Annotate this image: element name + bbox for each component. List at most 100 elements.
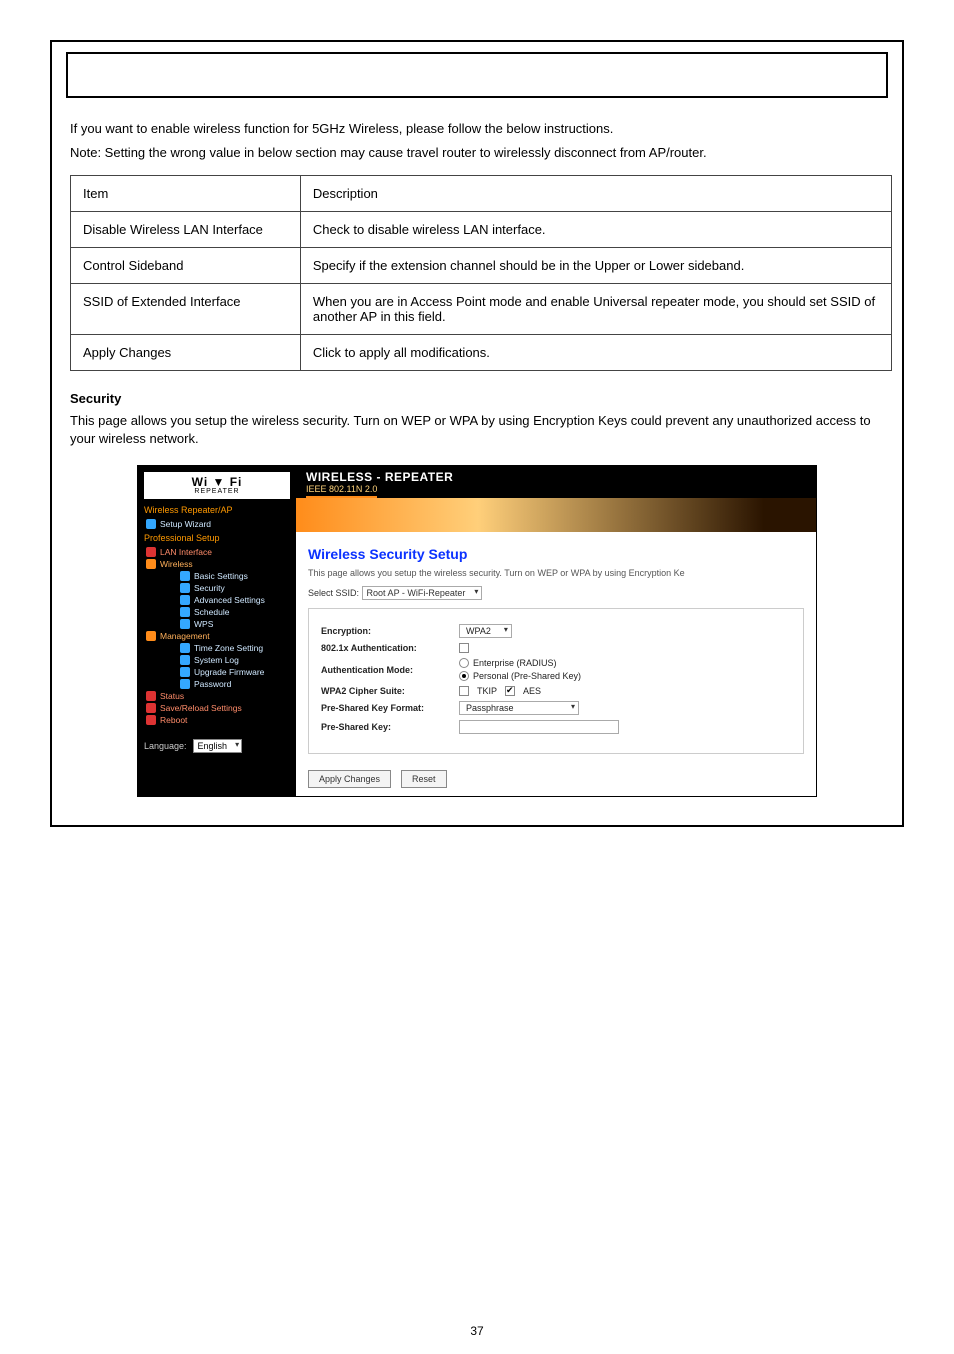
- sidebar-item-basic-settings[interactable]: Basic Settings: [144, 571, 290, 581]
- authmode-radio-personal[interactable]: [459, 671, 469, 681]
- bullet-icon: [146, 715, 156, 725]
- security-panel: Encryption: WPA2 802.1x Authentication: …: [308, 608, 804, 754]
- sidebar-item-label: WPS: [194, 619, 213, 629]
- bullet-icon: [146, 559, 156, 569]
- sidebar-item-lan[interactable]: LAN Interface: [144, 547, 290, 557]
- bullet-icon: [180, 607, 190, 617]
- sidebar-item-upgrade[interactable]: Upgrade Firmware: [144, 667, 290, 677]
- authmode-label: Authentication Mode:: [321, 665, 451, 675]
- bullet-icon: [180, 571, 190, 581]
- sidebar-item-management[interactable]: Management: [144, 631, 290, 641]
- sidebar-item-status[interactable]: Status: [144, 691, 290, 701]
- sidebar-item-label: Setup Wizard: [160, 519, 211, 529]
- cell-item-head: Item: [71, 176, 301, 212]
- psk-input[interactable]: [459, 720, 619, 734]
- intro-block: If you want to enable wireless function …: [70, 120, 884, 161]
- cell-desc: Specify if the extension channel should …: [300, 248, 891, 284]
- psk-label: Pre-Shared Key:: [321, 722, 451, 732]
- logo-sub: REPEATER: [146, 488, 288, 495]
- main-panel: WIRELESS - REPEATER IEEE 802.11N 2.0 Wir…: [296, 466, 816, 796]
- dot1x-checkbox[interactable]: [459, 643, 469, 653]
- cipher-row: WPA2 Cipher Suite: TKIP AES: [321, 686, 791, 696]
- language-select[interactable]: English: [193, 739, 243, 753]
- language-row: Language: English: [144, 739, 290, 753]
- pskformat-label: Pre-Shared Key Format:: [321, 703, 451, 713]
- top-rule-box: [66, 52, 888, 98]
- cell-item: Disable Wireless LAN Interface: [71, 212, 301, 248]
- bullet-icon: [180, 643, 190, 653]
- bullet-icon: [146, 547, 156, 557]
- encryption-select[interactable]: WPA2: [459, 624, 512, 638]
- apply-changes-button[interactable]: Apply Changes: [308, 770, 391, 788]
- sidebar-item-setup-wizard[interactable]: Setup Wizard: [144, 519, 290, 529]
- pskformat-select[interactable]: Passphrase: [459, 701, 579, 715]
- sidebar: Wi ▼ Fi REPEATER Wireless Repeater/AP Se…: [138, 466, 296, 796]
- dot1x-label: 802.1x Authentication:: [321, 643, 451, 653]
- table-row: Item Description: [71, 176, 892, 212]
- authmode-options: Enterprise (RADIUS) Personal (Pre-Shared…: [459, 658, 581, 681]
- sidebar-item-label: Advanced Settings: [194, 595, 265, 605]
- sidebar-item-label: Basic Settings: [194, 571, 248, 581]
- reset-button[interactable]: Reset: [401, 770, 447, 788]
- sidebar-item-wireless[interactable]: Wireless: [144, 559, 290, 569]
- header-title: WIRELESS - REPEATER: [306, 470, 806, 484]
- bullet-icon: [146, 691, 156, 701]
- authmode-row: Authentication Mode: Enterprise (RADIUS)…: [321, 658, 791, 681]
- ssid-row: Select SSID: Root AP - WiFi-Repeater: [308, 586, 804, 600]
- sidebar-item-advanced[interactable]: Advanced Settings: [144, 595, 290, 605]
- cipher-option-label: AES: [523, 686, 541, 696]
- sidebar-item-label: System Log: [194, 655, 239, 665]
- sidebar-item-label: Save/Reload Settings: [160, 703, 242, 713]
- sidebar-item-security[interactable]: Security: [144, 583, 290, 593]
- cipher-option-label: TKIP: [477, 686, 497, 696]
- sidebar-item-label: Management: [160, 631, 210, 641]
- security-section-title: Security: [70, 391, 884, 406]
- bullet-icon: [146, 703, 156, 713]
- cell-desc-head: Description: [300, 176, 891, 212]
- dot1x-row: 802.1x Authentication:: [321, 643, 791, 653]
- sidebar-item-timezone[interactable]: Time Zone Setting: [144, 643, 290, 653]
- pskformat-row: Pre-Shared Key Format: Passphrase: [321, 701, 791, 715]
- intro-line-1: If you want to enable wireless function …: [70, 120, 884, 138]
- header-bar: WIRELESS - REPEATER IEEE 802.11N 2.0: [296, 466, 816, 498]
- sidebar-item-reboot[interactable]: Reboot: [144, 715, 290, 725]
- bullet-icon: [180, 619, 190, 629]
- content-area: Wireless Security Setup This page allows…: [296, 532, 816, 796]
- cipher-label: WPA2 Cipher Suite:: [321, 686, 451, 696]
- bullet-icon: [180, 655, 190, 665]
- page-title: Wireless Security Setup: [308, 546, 804, 562]
- sidebar-item-label: Wireless: [160, 559, 193, 569]
- table-row: Control Sideband Specify if the extensio…: [71, 248, 892, 284]
- encryption-label: Encryption:: [321, 626, 451, 636]
- button-row: Apply Changes Reset: [308, 770, 804, 788]
- ssid-label: Select SSID:: [308, 588, 359, 598]
- sidebar-item-schedule[interactable]: Schedule: [144, 607, 290, 617]
- bullet-icon: [146, 519, 156, 529]
- sidebar-item-wps[interactable]: WPS: [144, 619, 290, 629]
- sidebar-subheader: Professional Setup: [144, 533, 290, 543]
- table-row: Apply Changes Click to apply all modific…: [71, 335, 892, 371]
- header-banner: [296, 498, 816, 532]
- cell-desc: Click to apply all modifications.: [300, 335, 891, 371]
- cipher-checkbox-aes[interactable]: [505, 686, 515, 696]
- sidebar-item-savereload[interactable]: Save/Reload Settings: [144, 703, 290, 713]
- sidebar-item-label: Upgrade Firmware: [194, 667, 264, 677]
- authmode-option-label: Personal (Pre-Shared Key): [473, 671, 581, 681]
- page-description: This page allows you setup the wireless …: [308, 568, 804, 578]
- sidebar-item-systemlog[interactable]: System Log: [144, 655, 290, 665]
- sidebar-item-label: Time Zone Setting: [194, 643, 263, 653]
- sidebar-item-password[interactable]: Password: [144, 679, 290, 689]
- ssid-select[interactable]: Root AP - WiFi-Repeater: [362, 586, 483, 600]
- header-subtitle: IEEE 802.11N 2.0: [306, 484, 377, 498]
- settings-table: Item Description Disable Wireless LAN In…: [70, 175, 892, 371]
- language-label: Language:: [144, 741, 187, 751]
- cell-item: SSID of Extended Interface: [71, 284, 301, 335]
- authmode-radio-enterprise[interactable]: [459, 658, 469, 668]
- bullet-icon: [180, 667, 190, 677]
- table-row: SSID of Extended Interface When you are …: [71, 284, 892, 335]
- sidebar-item-label: Security: [194, 583, 225, 593]
- cipher-checkbox-tkip[interactable]: [459, 686, 469, 696]
- bullet-icon: [146, 631, 156, 641]
- logo-title: Wi ▼ Fi: [146, 476, 288, 488]
- cell-item: Control Sideband: [71, 248, 301, 284]
